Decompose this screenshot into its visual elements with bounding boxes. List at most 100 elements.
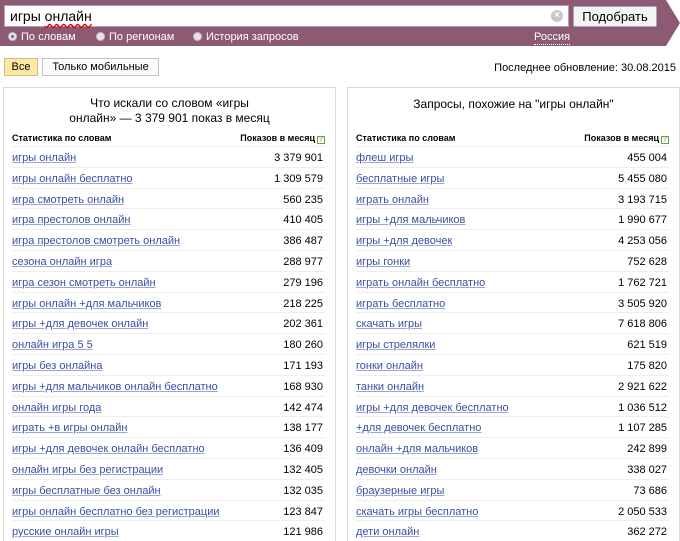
right-panel-title: Запросы, похожие на "игры онлайн" xyxy=(413,97,614,111)
keyword-link[interactable]: играть бесплатно xyxy=(356,298,445,311)
impressions-count: 121 986 xyxy=(283,526,323,539)
keyword-link[interactable]: игры бесплатные без онлайн xyxy=(12,485,161,498)
keyword-link[interactable]: браузерные игры xyxy=(356,485,444,498)
impressions-count: 752 628 xyxy=(627,255,667,268)
impressions-count: 362 272 xyxy=(627,526,667,539)
table-row: игры +для девочек онлайн бесплатно 136 40… xyxy=(12,437,325,458)
left-col-count-label: Показов в месяц xyxy=(240,133,315,143)
keyword-link[interactable]: игра смотреть онлайн xyxy=(12,194,124,207)
table-row: играть онлайн 3 193 715 xyxy=(356,187,669,209)
search-bar: игры онлайн × Подобрать По словам По рег… xyxy=(0,0,680,46)
impressions-count: 168 930 xyxy=(283,380,323,393)
impressions-count: 132 405 xyxy=(283,463,323,476)
submit-button[interactable]: Подобрать xyxy=(573,6,657,27)
keyword-link[interactable]: играть +в игры онлайн xyxy=(12,422,127,435)
table-row: скачать игры 7 618 806 xyxy=(356,312,669,333)
keyword-link[interactable]: +для девочек бесплатно xyxy=(356,422,481,435)
keyword-link[interactable]: игры +для девочек онлайн xyxy=(12,318,148,331)
left-title-line1: Что искали со словом «игры xyxy=(90,96,249,110)
table-row: игры +для мальчиков онлайн бесплатно 168 … xyxy=(12,374,325,396)
keyword-link[interactable]: девочки онлайн xyxy=(356,464,437,477)
keyword-link[interactable]: онлайн игры года xyxy=(12,402,101,415)
keyword-link[interactable]: гонки онлайн xyxy=(356,360,423,373)
impressions-count: 3 505 920 xyxy=(618,297,667,310)
keyword-link[interactable]: онлайн игры без регистрации xyxy=(12,464,163,477)
left-col-keyword-header: Статистика по словам xyxy=(12,133,112,143)
table-row: +для девочек бесплатно 1 107 285 xyxy=(356,416,669,437)
keyword-link[interactable]: игры +для девочек xyxy=(356,235,452,248)
impressions-count: 621 519 xyxy=(627,339,667,352)
left-panel-title: Что искали со словом «игры онлайн» — 3 3… xyxy=(4,96,335,126)
region-selector[interactable]: Россия xyxy=(534,30,571,45)
help-icon[interactable]: ? xyxy=(317,136,325,144)
radio-icon xyxy=(96,32,105,41)
table-row: сезона онлайн игра 288 977 xyxy=(12,249,325,271)
help-icon[interactable]: ? xyxy=(661,136,669,144)
left-panel: Что искали со словом «игры онлайн» — 3 3… xyxy=(3,87,336,541)
keyword-link[interactable]: игры онлайн xyxy=(12,152,76,165)
table-row: игры +для девочек бесплатно 1 036 512 xyxy=(356,395,669,417)
table-row: игры онлайн бесплатно без регистрации 123… xyxy=(12,499,325,521)
mode-by-words[interactable]: По словам xyxy=(8,30,76,44)
keyword-link[interactable]: игра престолов онлайн xyxy=(12,214,130,227)
keyword-link[interactable]: скачать игры xyxy=(356,318,422,331)
keyword-link[interactable]: игры +для мальчиков xyxy=(356,214,465,227)
impressions-count: 142 474 xyxy=(283,401,323,414)
impressions-count: 1 990 677 xyxy=(618,214,667,227)
keyword-link[interactable]: игры онлайн +для мальчиков xyxy=(12,298,161,311)
keyword-link[interactable]: танки онлайн xyxy=(356,381,424,394)
keyword-link[interactable]: играть онлайн xyxy=(356,194,429,207)
search-query[interactable]: игры онлайн xyxy=(10,8,92,25)
search-input[interactable]: игры онлайн × xyxy=(4,5,569,27)
keyword-link[interactable]: флеш игры xyxy=(356,152,413,165)
right-table-body: флеш игры 455 004 бесплатные игры 5 455 080… xyxy=(356,146,669,541)
table-row: игра сезон смотреть онлайн 279 196 xyxy=(12,270,325,292)
keyword-link[interactable]: игры онлайн бесплатно xyxy=(12,173,133,186)
keyword-link[interactable]: бесплатные игры xyxy=(356,173,444,186)
mode-label: По словам xyxy=(21,31,76,43)
table-row: играть +в игры онлайн 138 177 xyxy=(12,416,325,437)
impressions-count: 2 921 622 xyxy=(618,380,667,393)
keyword-link[interactable]: онлайн игра 5 5 xyxy=(12,339,93,352)
keyword-link[interactable]: игры +для девочек онлайн бесплатно xyxy=(12,443,205,456)
keyword-link[interactable]: игры стрелялки xyxy=(356,339,435,352)
impressions-count: 138 177 xyxy=(283,422,323,435)
keyword-link[interactable]: игры без онлайна xyxy=(12,360,102,373)
keyword-link[interactable]: сезона онлайн игра xyxy=(12,256,112,269)
impressions-count: 455 004 xyxy=(627,152,667,164)
clear-icon[interactable]: × xyxy=(551,10,563,22)
keyword-link[interactable]: игры гонки xyxy=(356,256,410,269)
mode-label: История запросов xyxy=(206,31,299,43)
keyword-link[interactable]: игра сезон смотреть онлайн xyxy=(12,277,156,290)
keyword-link[interactable]: игра престолов смотреть онлайн xyxy=(12,235,180,248)
keyword-link[interactable]: скачать игры бесплатно xyxy=(356,506,478,519)
impressions-count: 560 235 xyxy=(283,193,323,206)
right-panel: Запросы, похожие на "игры онлайн" Статис… xyxy=(347,87,680,541)
impressions-count: 180 260 xyxy=(283,339,323,352)
keyword-link[interactable]: игры +для девочек бесплатно xyxy=(356,402,509,415)
table-row: игры +для мальчиков 1 990 677 xyxy=(356,208,669,229)
table-row: игры без онлайна 171 193 xyxy=(12,353,325,375)
filter-mobile-button[interactable]: Только мобильные xyxy=(42,58,159,76)
impressions-count: 279 196 xyxy=(283,276,323,289)
table-row: браузерные игры 73 686 xyxy=(356,478,669,500)
keyword-link[interactable]: онлайн +для мальчиков xyxy=(356,443,478,456)
keyword-link[interactable]: русские онлайн игры xyxy=(12,526,119,539)
left-col-count-header: Показов в месяц? xyxy=(240,132,325,144)
table-row: онлайн игры без регистрации 132 405 xyxy=(12,457,325,479)
mode-query-history[interactable]: История запросов xyxy=(193,30,299,44)
table-row: игры стрелялки 621 519 xyxy=(356,333,669,354)
filter-all-button[interactable]: Все xyxy=(4,58,38,76)
radio-icon xyxy=(193,32,202,41)
radio-selected-icon xyxy=(8,32,17,41)
keyword-link[interactable]: игры +для мальчиков онлайн бесплатно xyxy=(12,381,218,394)
table-row: онлайн +для мальчиков 242 899 xyxy=(356,437,669,458)
mode-by-regions[interactable]: По регионам xyxy=(96,30,174,44)
keyword-link[interactable]: игры онлайн бесплатно без регистрации xyxy=(12,506,219,519)
impressions-count: 202 361 xyxy=(283,318,323,331)
impressions-count: 7 618 806 xyxy=(618,318,667,331)
right-col-keyword-header: Статистика по словам xyxy=(356,133,456,143)
keyword-link[interactable]: играть онлайн бесплатно xyxy=(356,277,485,290)
keyword-link[interactable]: дети онлайн xyxy=(356,526,419,539)
table-row: игры +для девочек онлайн 202 361 xyxy=(12,312,325,333)
